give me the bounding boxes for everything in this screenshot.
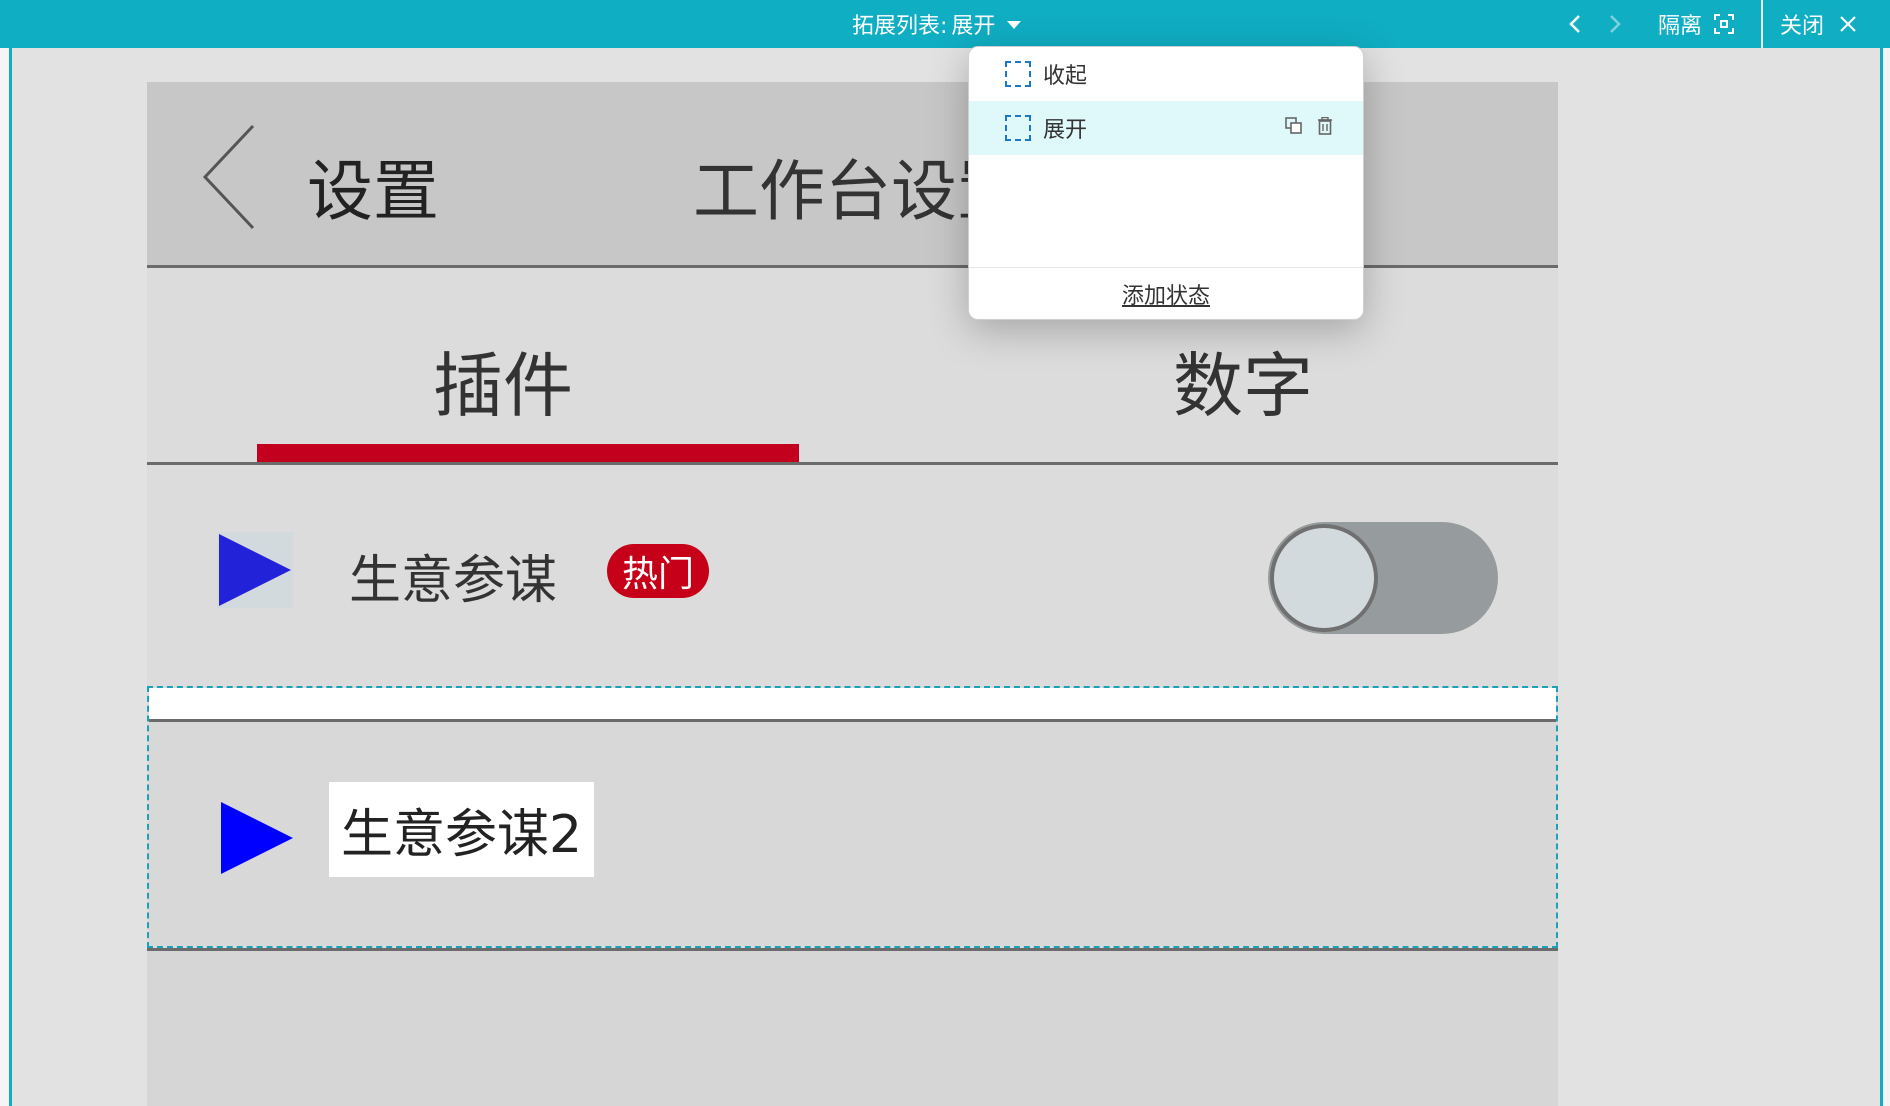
chevron-right-icon[interactable] [1605,12,1625,36]
back-arrow-icon[interactable] [201,122,257,232]
close-icon [1840,16,1856,32]
isolate-icon [1714,14,1735,34]
expand-panel-strip [149,688,1556,722]
list-item-plugin[interactable]: 生意参谋 热门 [147,494,1558,664]
state-selector[interactable]: 拓展列表: 展开 [852,0,1022,48]
close-label: 关闭 [1780,14,1825,39]
state-selector-value: 展开 [951,14,996,39]
tab-numbers[interactable]: 数字 [1173,330,1313,431]
topbar-divider [1761,0,1763,48]
state-box-icon [1005,61,1031,87]
item-actions [1285,117,1333,135]
isolate-label: 隔离 [1658,14,1703,39]
state-dropdown-menu: 收起 展开 添加状态 [968,46,1364,320]
design-canvas: 设置 工作台设置 插件 数字 生意参谋 热门 生意参谋2 [0,48,1890,1106]
dropdown-item-collapse[interactable]: 收起 [969,47,1363,101]
list-item-label: 生意参谋 [349,551,558,611]
bottom-area [147,951,1558,1106]
isolate-button[interactable]: 隔离 [1658,0,1736,48]
chevron-left-icon[interactable] [1565,12,1585,36]
play-icon[interactable] [217,532,293,608]
add-state-button[interactable]: 添加状态 [969,267,1363,319]
tab-plugins[interactable]: 插件 [433,330,573,431]
page-title: 设置 [307,153,439,230]
expand-panel-body: 生意参谋2 [149,722,1556,946]
plugin-toggle[interactable] [1268,522,1498,634]
trash-icon[interactable] [1317,117,1333,135]
play-icon[interactable] [219,800,295,876]
active-tab-indicator [257,444,799,462]
top-bar: 拓展列表: 展开 隔离 关闭 [0,0,1890,48]
hot-badge: 热门 [607,544,709,598]
state-box-icon [1005,115,1031,141]
close-button[interactable]: 关闭 [1780,0,1858,48]
state-selector-prefix: 拓展列表: [852,14,948,39]
toggle-knob [1270,524,1378,632]
expand-panel[interactable]: 生意参谋2 [147,686,1558,948]
tab-divider [147,462,1558,465]
dropdown-item-expand[interactable]: 展开 [969,101,1363,155]
left-ruler [0,48,12,1106]
dropdown-item-label: 展开 [1043,118,1088,143]
dropdown-item-label: 收起 [1043,64,1088,89]
duplicate-icon[interactable] [1285,117,1303,135]
caret-down-icon [1007,21,1022,29]
list-item-label[interactable]: 生意参谋2 [329,782,595,877]
right-ruler [1880,48,1890,1106]
